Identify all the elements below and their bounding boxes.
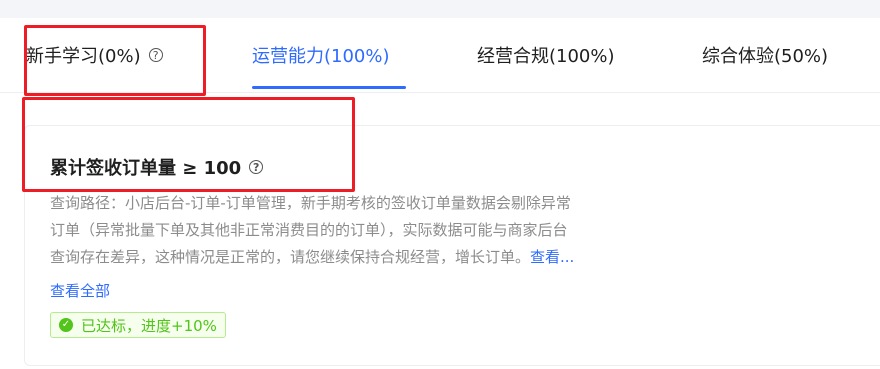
description-line: 订单（异常批量下单及其他非正常消费目的的订单），实际数据可能与商家后台 — [50, 221, 568, 239]
check-circle-icon: ✓ — [59, 318, 73, 332]
card-title-text: 累计签收订单量 ≥ 100 — [50, 158, 242, 179]
active-tab-indicator — [252, 86, 406, 89]
tab-label: 运营能力(100%) — [252, 46, 390, 67]
tab-beginner-learning[interactable]: 新手学习(0%) ? — [26, 18, 163, 92]
question-circle-icon[interactable]: ? — [249, 160, 264, 174]
description-line: 查询存在差异，这种情况是正常的，请您继续保持合规经营，增长订单。查看... — [50, 244, 690, 271]
view-more-link[interactable]: 查看... — [530, 248, 574, 266]
tab-overall-experience[interactable]: 综合体验(50%) — [702, 18, 828, 92]
description-line: 查询路径：小店后台-订单-订单管理，新手期考核的签收订单量数据会剔除异常 — [50, 194, 571, 212]
view-all-link[interactable]: 查看全部 — [50, 280, 110, 301]
tab-label: 综合体验(50%) — [702, 46, 829, 67]
description-text: 查询存在差异，这种情况是正常的，请您继续保持合规经营，增长订单。 — [50, 248, 531, 266]
question-circle-icon[interactable]: ? — [148, 48, 163, 62]
tab-business-compliance[interactable]: 经营合规(100%) — [477, 18, 615, 92]
top-strip — [0, 0, 880, 18]
tab-bar: 新手学习(0%) ? 运营能力(100%) 经营合规(100%) 综合体验(50… — [0, 18, 880, 93]
status-badge: ✓ 已达标，进度+10% — [50, 312, 226, 338]
card-description: 查询路径：小店后台-订单-订单管理，新手期考核的签收订单量数据会剔除异常 订单（… — [50, 190, 690, 271]
tab-label: 新手学习(0%) — [26, 46, 141, 67]
tab-label: 经营合规(100%) — [477, 46, 615, 67]
status-badge-text: 已达标，进度+10% — [81, 316, 217, 335]
tab-operation-capability[interactable]: 运营能力(100%) — [252, 18, 390, 92]
card-title: 累计签收订单量 ≥ 100 ? — [50, 154, 264, 180]
